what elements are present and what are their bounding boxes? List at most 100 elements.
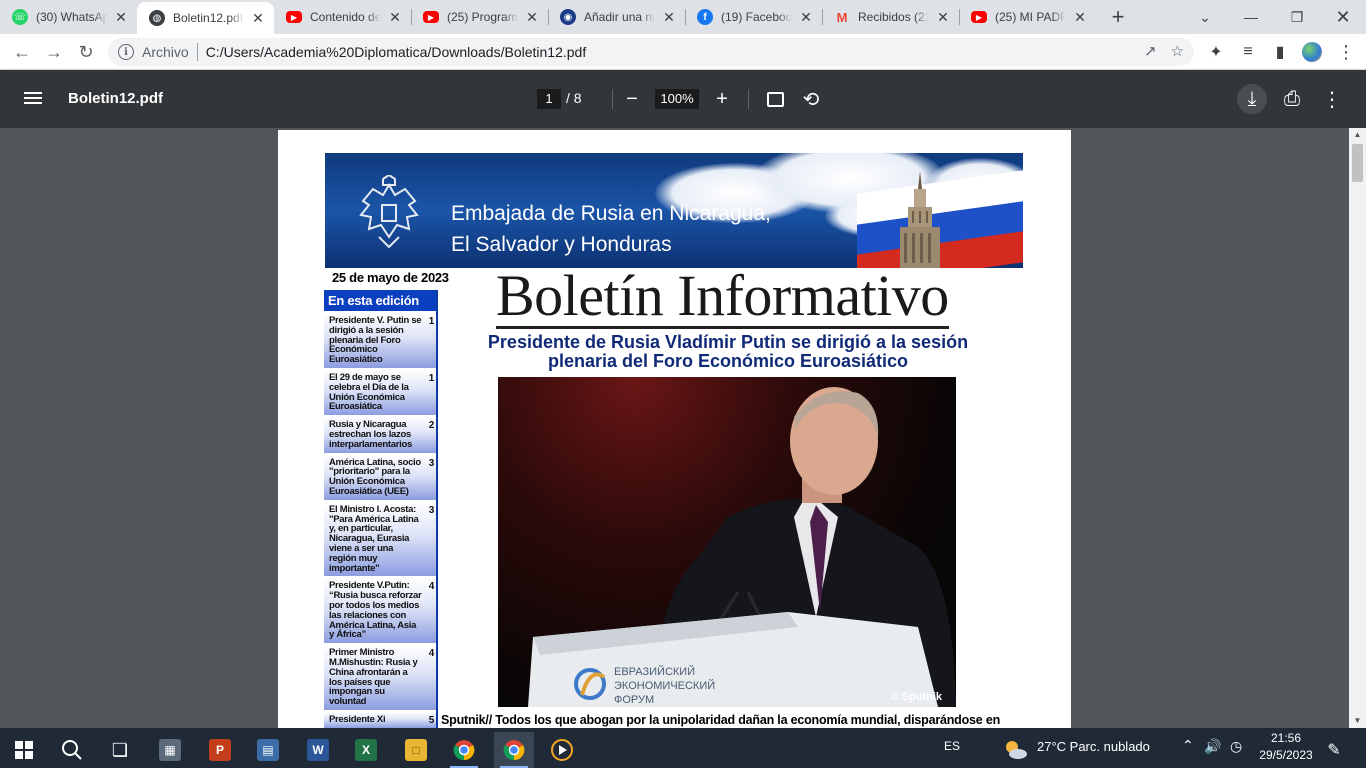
pdf-file-name: Boletin12.pdf bbox=[68, 90, 164, 107]
pdf-document-area[interactable]: Embajada de Rusia en Nicaragua, El Salva… bbox=[0, 128, 1366, 728]
toc-item-text: Primer Ministro M.Mishustin: Rusia y Chi… bbox=[329, 647, 418, 708]
forward-button[interactable]: → bbox=[38, 36, 70, 68]
wifi-icon[interactable]: ◷ bbox=[1230, 738, 1242, 755]
word-icon[interactable]: W bbox=[298, 732, 338, 768]
address-separator bbox=[196, 43, 198, 61]
network-computer-icon[interactable]: ▤ bbox=[248, 732, 288, 768]
fit-page-icon[interactable] bbox=[760, 84, 790, 114]
globe-icon: ◍ bbox=[149, 10, 165, 26]
clock-date[interactable]: 29/5/2023 bbox=[1256, 748, 1316, 762]
browser-tab[interactable]: f (19) Facebook ✕ bbox=[685, 0, 822, 34]
tab-close-icon[interactable]: ✕ bbox=[387, 9, 403, 25]
minimize-button[interactable]: — bbox=[1228, 0, 1274, 34]
tab-search-icon[interactable]: ⌄ bbox=[1182, 0, 1228, 34]
article-body: Sputnik// Todos los que abogan por la un… bbox=[441, 713, 1001, 727]
task-view-icon[interactable]: ❏ bbox=[100, 732, 140, 768]
browser-tab[interactable]: ▶ (25) MI PADRE ✕ bbox=[959, 0, 1096, 34]
toc-item-text: Presidente V.Putin: “Rusia busca reforza… bbox=[329, 580, 422, 641]
excel-icon[interactable]: X bbox=[346, 732, 386, 768]
browser-tab[interactable]: ☏ (30) WhatsApp ✕ bbox=[0, 0, 137, 34]
tab-close-icon[interactable]: ✕ bbox=[798, 9, 814, 25]
extensions-puzzle-icon[interactable]: ✦ bbox=[1202, 38, 1230, 66]
new-tab-button[interactable]: + bbox=[1102, 0, 1134, 34]
chrome-profile-icon[interactable] bbox=[494, 732, 534, 768]
rotate-icon[interactable]: ⟲ bbox=[796, 84, 826, 114]
search-icon[interactable] bbox=[52, 732, 92, 768]
weather-text[interactable]: 27°C Parc. nublado bbox=[1037, 739, 1150, 754]
hidden-icons-chevron-icon[interactable]: ⌃ bbox=[1182, 737, 1194, 754]
chrome-menu-icon[interactable]: ⋮ bbox=[1332, 38, 1360, 66]
file-explorer-icon[interactable]: □ bbox=[396, 732, 436, 768]
restore-button[interactable]: ❐ bbox=[1274, 0, 1320, 34]
hamburger-menu-icon[interactable] bbox=[24, 89, 42, 109]
weather-cloud-icon[interactable] bbox=[996, 732, 1036, 768]
podium-text: ЭКОНОМИЧЕСКИЙ bbox=[614, 679, 715, 692]
address-bar[interactable]: i Archivo C:/Users/Academia%20Diplomatic… bbox=[108, 38, 1194, 66]
browser-tab[interactable]: ▶ Contenido del canal ✕ bbox=[274, 0, 411, 34]
browser-tab[interactable]: ◉ Añadir una nueva ✕ bbox=[548, 0, 685, 34]
toc-item: Presidente V.Putin: “Rusia busca reforza… bbox=[324, 578, 436, 644]
chrome-icon[interactable] bbox=[444, 732, 484, 768]
close-window-button[interactable]: ✕ bbox=[1320, 0, 1366, 34]
browser-tab[interactable]: ▶ (25) Programas ✕ bbox=[411, 0, 548, 34]
info-icon[interactable]: i bbox=[118, 44, 134, 60]
more-options-icon[interactable]: ⋮ bbox=[1317, 84, 1347, 114]
browser-tab[interactable]: ◍ Boletin12.pdf ✕ bbox=[137, 2, 274, 34]
calculator-icon[interactable]: ▦ bbox=[150, 732, 190, 768]
windows-logo-icon bbox=[15, 741, 33, 759]
bookmark-star-icon[interactable]: ☆ bbox=[1171, 42, 1184, 60]
bulletin-title: Boletín Informativo bbox=[496, 263, 949, 329]
toc-page-number: 3 bbox=[428, 457, 435, 469]
share-icon[interactable]: ↗ bbox=[1144, 42, 1157, 60]
toc-item: Presidente Xi 5 bbox=[324, 711, 436, 728]
toc-item-text: El 29 de mayo se celebra el Día de la Un… bbox=[329, 371, 409, 413]
pdf-toolbar: Boletin12.pdf 1 / 8 − 100% + ⟲ ⤓ ⎙ ⋮ bbox=[0, 70, 1366, 128]
toc-item: Primer Ministro M.Mishustin: Rusia y Chi… bbox=[324, 645, 436, 710]
toc-page-number: 4 bbox=[428, 581, 435, 593]
tab-title: Boletin12.pdf bbox=[173, 11, 244, 25]
toc-page-number: 3 bbox=[428, 504, 435, 516]
vertical-scrollbar[interactable]: ▲ ▼ bbox=[1349, 128, 1366, 728]
volume-icon[interactable]: 🔊 bbox=[1204, 738, 1221, 755]
clock-time[interactable]: 21:56 bbox=[1266, 731, 1306, 745]
tab-close-icon[interactable]: ✕ bbox=[524, 9, 540, 25]
back-button[interactable]: ← bbox=[6, 36, 38, 68]
powerpoint-icon[interactable]: P bbox=[200, 732, 240, 768]
toc-heading: En esta edición bbox=[324, 290, 436, 311]
omnibox-actions: ↗ ☆ bbox=[1144, 42, 1184, 60]
download-icon[interactable]: ⤓ bbox=[1237, 84, 1267, 114]
url-text[interactable]: C:/Users/Academia%20Diplomatica/Download… bbox=[206, 44, 587, 60]
windows-taskbar: ❏ ▦ P ▤ W X □ ES 27°C Parc. nublado ⌃ 🔊 … bbox=[0, 728, 1366, 768]
pdf-page: Embajada de Rusia en Nicaragua, El Salva… bbox=[278, 130, 1071, 728]
toc-list: Presidente V. Putin se dirigió a la sesi… bbox=[324, 313, 436, 728]
tab-close-icon[interactable]: ✕ bbox=[935, 9, 951, 25]
browser-tab[interactable]: M Recibidos (21) ✕ bbox=[822, 0, 959, 34]
tab-close-icon[interactable]: ✕ bbox=[661, 9, 677, 25]
zoom-out-button[interactable]: − bbox=[617, 84, 647, 114]
scrollbar-thumb[interactable] bbox=[1352, 144, 1363, 182]
toc-item-text: El Ministro I. Acosta: "Para América Lat… bbox=[329, 503, 419, 574]
facebook-icon: f bbox=[697, 9, 713, 25]
tab-close-icon[interactable]: ✕ bbox=[250, 10, 266, 26]
table-of-contents: En esta edición Presidente V. Putin se d… bbox=[324, 290, 438, 728]
print-icon[interactable]: ⎙ bbox=[1277, 84, 1307, 114]
notifications-icon[interactable]: ✎ bbox=[1314, 732, 1354, 768]
side-panel-icon[interactable]: ▮ bbox=[1266, 38, 1294, 66]
site-icon: ◉ bbox=[560, 9, 576, 25]
zoom-in-button[interactable]: + bbox=[707, 84, 737, 114]
toc-item-text: Rusia y Nicaragua estrechan los lazos in… bbox=[329, 419, 412, 450]
tab-strip: ☏ (30) WhatsApp ✕ ◍ Boletin12.pdf ✕ ▶ Contenido… bbox=[0, 0, 1366, 34]
start-button[interactable] bbox=[4, 732, 44, 768]
tab-close-icon[interactable]: ✕ bbox=[1072, 9, 1088, 25]
page-number-input[interactable]: 1 bbox=[537, 89, 561, 109]
language-indicator[interactable]: ES bbox=[944, 739, 960, 753]
scroll-up-icon[interactable]: ▲ bbox=[1349, 128, 1366, 142]
tab-close-icon[interactable]: ✕ bbox=[113, 9, 129, 25]
reload-button[interactable]: ↻ bbox=[70, 36, 102, 68]
profile-avatar[interactable] bbox=[1298, 38, 1326, 66]
media-queue-icon[interactable]: ≡ bbox=[1234, 38, 1262, 66]
scroll-down-icon[interactable]: ▼ bbox=[1349, 714, 1366, 728]
zoom-input[interactable]: 100% bbox=[655, 89, 699, 109]
toc-item: Rusia y Nicaragua estrechan los lazos in… bbox=[324, 417, 436, 453]
media-player-icon[interactable] bbox=[542, 732, 582, 768]
